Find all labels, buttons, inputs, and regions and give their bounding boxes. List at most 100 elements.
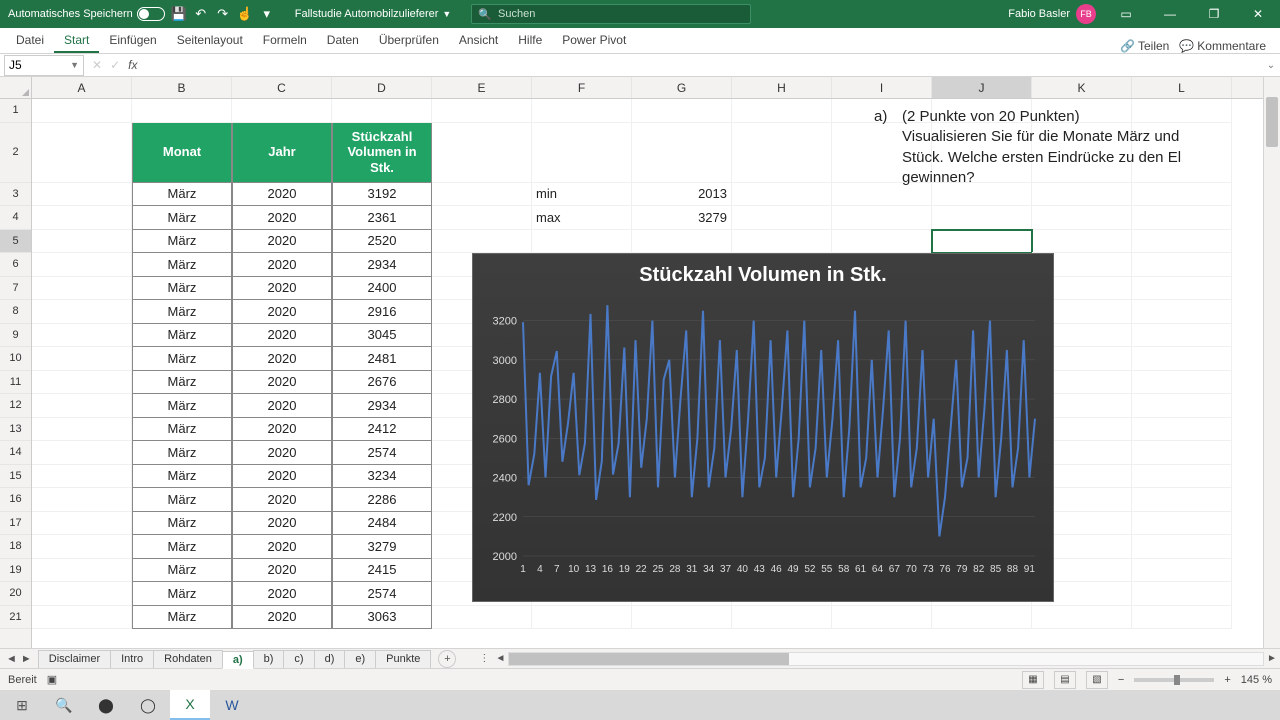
row-header-12[interactable]: 12: [0, 394, 31, 418]
ribbon-tab-start[interactable]: Start: [54, 29, 99, 53]
cell-D20[interactable]: 2574: [332, 582, 432, 606]
record-macro-icon[interactable]: ▣: [47, 673, 57, 686]
cell-A17[interactable]: [32, 512, 132, 536]
cell-C20[interactable]: 2020: [232, 582, 332, 606]
row-header-10[interactable]: 10: [0, 347, 31, 371]
cell-A20[interactable]: [32, 582, 132, 606]
cell-L7[interactable]: [1132, 277, 1232, 301]
cell-F1[interactable]: [532, 99, 632, 123]
cell-L13[interactable]: [1132, 418, 1232, 442]
row-header-18[interactable]: 18: [0, 535, 31, 559]
cell-D12[interactable]: 2934: [332, 394, 432, 418]
row-header-17[interactable]: 17: [0, 512, 31, 536]
zoom-slider[interactable]: [1134, 678, 1214, 682]
cell-E5[interactable]: [432, 230, 532, 254]
ribbon-tab-power pivot[interactable]: Power Pivot: [552, 29, 636, 53]
cell-I4[interactable]: [832, 206, 932, 230]
ribbon-tab-daten[interactable]: Daten: [317, 29, 369, 53]
cell-L15[interactable]: [1132, 465, 1232, 489]
cell-B21[interactable]: März: [132, 606, 232, 630]
cell-E1[interactable]: [432, 99, 532, 123]
row-header-20[interactable]: 20: [0, 582, 31, 606]
column-header-I[interactable]: I: [832, 77, 932, 98]
cell-D16[interactable]: 2286: [332, 488, 432, 512]
taskbar-obs-icon[interactable]: ◯: [128, 690, 168, 720]
taskbar-app-icon[interactable]: ⬤: [86, 690, 126, 720]
cell-B20[interactable]: März: [132, 582, 232, 606]
cell-H1[interactable]: [732, 99, 832, 123]
column-header-K[interactable]: K: [1032, 77, 1132, 98]
cell-C16[interactable]: 2020: [232, 488, 332, 512]
name-box[interactable]: J5▼: [4, 55, 84, 76]
ribbon-tab-datei[interactable]: Datei: [6, 29, 54, 53]
cell-C5[interactable]: 2020: [232, 230, 332, 254]
cell-K4[interactable]: [1032, 206, 1132, 230]
cell-L14[interactable]: [1132, 441, 1232, 465]
cancel-formula-icon[interactable]: ✕: [92, 58, 102, 72]
ribbon-tab-seitenlayout[interactable]: Seitenlayout: [167, 29, 253, 53]
cell-I21[interactable]: [832, 606, 932, 630]
taskbar-search-icon[interactable]: 🔍: [44, 690, 84, 720]
ribbon-tab-formeln[interactable]: Formeln: [253, 29, 317, 53]
cell-A9[interactable]: [32, 324, 132, 348]
cell-A11[interactable]: [32, 371, 132, 395]
cell-A4[interactable]: [32, 206, 132, 230]
cell-G3[interactable]: 2013: [632, 183, 732, 207]
cell-A15[interactable]: [32, 465, 132, 489]
cell-D19[interactable]: 2415: [332, 559, 432, 583]
cell-G1[interactable]: [632, 99, 732, 123]
cell-G4[interactable]: 3279: [632, 206, 732, 230]
sheet-tab-c)[interactable]: c): [283, 650, 314, 668]
sheet-tab-Intro[interactable]: Intro: [110, 650, 154, 668]
cell-B16[interactable]: März: [132, 488, 232, 512]
close-icon[interactable]: ✕: [1236, 0, 1280, 28]
cell-D4[interactable]: 2361: [332, 206, 432, 230]
cell-B12[interactable]: März: [132, 394, 232, 418]
sheet-nav-next-icon[interactable]: ►: [21, 653, 32, 665]
cell-D1[interactable]: [332, 99, 432, 123]
cell-C2[interactable]: Jahr: [232, 123, 332, 183]
cell-D10[interactable]: 2481: [332, 347, 432, 371]
cell-E4[interactable]: [432, 206, 532, 230]
cell-C9[interactable]: 2020: [232, 324, 332, 348]
cell-L20[interactable]: [1132, 582, 1232, 606]
view-layout-icon[interactable]: ▤: [1054, 671, 1076, 689]
cell-D2[interactable]: Stückzahl Volumen in Stk.: [332, 123, 432, 183]
cell-F2[interactable]: [532, 123, 632, 183]
search-box[interactable]: 🔍 Suchen: [471, 4, 751, 24]
undo-icon[interactable]: ↶: [193, 6, 209, 22]
cell-B10[interactable]: März: [132, 347, 232, 371]
column-header-F[interactable]: F: [532, 77, 632, 98]
cell-H5[interactable]: [732, 230, 832, 254]
cell-G21[interactable]: [632, 606, 732, 630]
cell-G5[interactable]: [632, 230, 732, 254]
row-header-2[interactable]: 2: [0, 123, 31, 183]
row-header-1[interactable]: 1: [0, 99, 31, 123]
cell-L6[interactable]: [1132, 253, 1232, 277]
cell-D14[interactable]: 2574: [332, 441, 432, 465]
sheet-nav-prev-icon[interactable]: ◄: [6, 653, 17, 665]
taskbar-excel-icon[interactable]: X: [170, 690, 210, 720]
sheet-tab-Punkte[interactable]: Punkte: [375, 650, 431, 668]
cell-D5[interactable]: 2520: [332, 230, 432, 254]
cell-B9[interactable]: März: [132, 324, 232, 348]
cell-A10[interactable]: [32, 347, 132, 371]
ribbon-tab-einfügen[interactable]: Einfügen: [99, 29, 166, 53]
sheet-tab-Rohdaten[interactable]: Rohdaten: [153, 650, 223, 668]
cell-H3[interactable]: [732, 183, 832, 207]
cell-A19[interactable]: [32, 559, 132, 583]
cell-L11[interactable]: [1132, 371, 1232, 395]
cell-L18[interactable]: [1132, 535, 1232, 559]
qat-more-icon[interactable]: ▾: [259, 6, 275, 22]
cell-L4[interactable]: [1132, 206, 1232, 230]
cell-B17[interactable]: März: [132, 512, 232, 536]
cell-A14[interactable]: [32, 441, 132, 465]
cell-F5[interactable]: [532, 230, 632, 254]
cell-B11[interactable]: März: [132, 371, 232, 395]
cell-E21[interactable]: [432, 606, 532, 630]
row-header-8[interactable]: 8: [0, 300, 31, 324]
fx-icon[interactable]: fx: [128, 58, 137, 72]
add-sheet-button[interactable]: +: [438, 650, 456, 668]
cell-B7[interactable]: März: [132, 277, 232, 301]
cell-F4[interactable]: max: [532, 206, 632, 230]
